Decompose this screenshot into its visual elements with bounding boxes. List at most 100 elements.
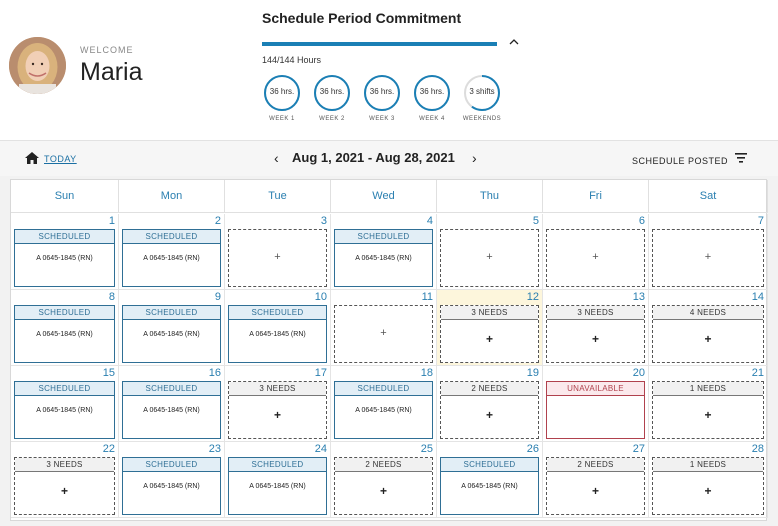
day-number: 4 bbox=[426, 215, 433, 227]
calendar-day-11[interactable]: 11 + bbox=[331, 290, 437, 366]
day-number: 5 bbox=[532, 215, 539, 227]
calendar-day-9[interactable]: 9 SCHEDULED A 0645-1845 (RN) bbox=[119, 290, 225, 366]
open-needs-card[interactable]: 2 NEEDS + bbox=[546, 457, 645, 515]
calendar-day-8[interactable]: 8 SCHEDULED A 0645-1845 (RN) bbox=[11, 290, 119, 366]
scheduled-shift-card[interactable]: SCHEDULED A 0645-1845 (RN) bbox=[122, 229, 221, 287]
empty-day-card[interactable]: + bbox=[228, 229, 327, 287]
open-needs-card[interactable]: 4 NEEDS + bbox=[652, 305, 764, 363]
calendar-day-16[interactable]: 16 SCHEDULED A 0645-1845 (RN) bbox=[119, 366, 225, 442]
filter-icon[interactable] bbox=[735, 153, 747, 163]
calendar-day-25[interactable]: 25 2 NEEDS + bbox=[331, 442, 437, 518]
add-shift-icon[interactable]: + bbox=[653, 484, 763, 498]
calendar-day-18[interactable]: 18 SCHEDULED A 0645-1845 (RN) bbox=[331, 366, 437, 442]
calendar-day-26[interactable]: 26 SCHEDULED A 0645-1845 (RN) bbox=[437, 442, 543, 518]
previous-period-button[interactable]: ‹ bbox=[274, 150, 279, 166]
calendar-day-13[interactable]: 13 3 NEEDS + bbox=[543, 290, 649, 366]
add-shift-icon[interactable]: + bbox=[335, 484, 432, 498]
scheduled-shift-card[interactable]: SCHEDULED A 0645-1845 (RN) bbox=[334, 229, 433, 287]
avatar bbox=[9, 37, 66, 94]
week-caption: WEEK 1 bbox=[269, 116, 295, 122]
home-icon[interactable] bbox=[25, 152, 39, 164]
week-commitment-4: 36 hrs. WEEK 4 bbox=[412, 74, 452, 122]
needs-count-label: 1 NEEDS bbox=[653, 382, 763, 396]
open-needs-card[interactable]: 3 NEEDS + bbox=[440, 305, 539, 363]
open-needs-card[interactable]: 3 NEEDS + bbox=[14, 457, 115, 515]
scheduled-shift-card[interactable]: SCHEDULED A 0645-1845 (RN) bbox=[440, 457, 539, 515]
add-shift-icon[interactable]: + bbox=[441, 332, 538, 346]
calendar-day-5[interactable]: 5 + bbox=[437, 214, 543, 290]
open-needs-card[interactable]: 3 NEEDS + bbox=[228, 381, 327, 439]
calendar-day-17[interactable]: 17 3 NEEDS + bbox=[225, 366, 331, 442]
add-shift-icon[interactable]: + bbox=[547, 332, 644, 346]
day-number: 20 bbox=[632, 367, 645, 379]
day-number: 22 bbox=[102, 443, 115, 455]
scheduled-shift-card[interactable]: SCHEDULED A 0645-1845 (RN) bbox=[14, 305, 115, 363]
calendar-day-14[interactable]: 14 4 NEEDS + bbox=[649, 290, 768, 366]
open-needs-card[interactable]: 2 NEEDS + bbox=[334, 457, 433, 515]
add-shift-icon[interactable]: + bbox=[547, 251, 644, 263]
add-shift-icon[interactable]: + bbox=[653, 251, 763, 263]
calendar-day-2[interactable]: 2 SCHEDULED A 0645-1845 (RN) bbox=[119, 214, 225, 290]
calendar-day-21[interactable]: 21 1 NEEDS + bbox=[649, 366, 768, 442]
empty-day-card[interactable]: + bbox=[652, 229, 764, 287]
add-shift-icon[interactable]: + bbox=[653, 332, 763, 346]
calendar-day-19[interactable]: 19 2 NEEDS + bbox=[437, 366, 543, 442]
add-shift-icon[interactable]: + bbox=[441, 408, 538, 422]
shift-status-label: SCHEDULED bbox=[123, 230, 220, 244]
needs-count-label: 3 NEEDS bbox=[229, 382, 326, 396]
calendar-day-24[interactable]: 24 SCHEDULED A 0645-1845 (RN) bbox=[225, 442, 331, 518]
day-number: 8 bbox=[108, 291, 115, 303]
calendar-day-10[interactable]: 10 SCHEDULED A 0645-1845 (RN) bbox=[225, 290, 331, 366]
add-shift-icon[interactable]: + bbox=[441, 251, 538, 263]
shift-status-label: SCHEDULED bbox=[15, 382, 114, 396]
calendar-day-12[interactable]: 12 3 NEEDS + bbox=[437, 290, 543, 366]
chevron-up-icon[interactable] bbox=[509, 34, 519, 48]
add-shift-icon[interactable]: + bbox=[547, 484, 644, 498]
scheduled-shift-card[interactable]: SCHEDULED A 0645-1845 (RN) bbox=[14, 229, 115, 287]
shift-status-label: SCHEDULED bbox=[229, 458, 326, 472]
next-period-button[interactable]: › bbox=[472, 150, 477, 166]
scheduled-shift-card[interactable]: SCHEDULED A 0645-1845 (RN) bbox=[122, 381, 221, 439]
calendar-day-28[interactable]: 28 1 NEEDS + bbox=[649, 442, 768, 518]
today-link[interactable]: TODAY bbox=[44, 154, 77, 164]
add-shift-icon[interactable]: + bbox=[229, 408, 326, 422]
add-shift-icon[interactable]: + bbox=[335, 327, 432, 339]
unavailable-card[interactable]: UNAVAILABLE bbox=[546, 381, 645, 439]
calendar-day-1[interactable]: 1 SCHEDULED A 0645-1845 (RN) bbox=[11, 214, 119, 290]
needs-count-label: 2 NEEDS bbox=[441, 382, 538, 396]
add-shift-icon[interactable]: + bbox=[653, 408, 763, 422]
shift-status-label: SCHEDULED bbox=[229, 306, 326, 320]
shift-status-label: SCHEDULED bbox=[123, 382, 220, 396]
week-caption: WEEK 2 bbox=[319, 116, 345, 122]
scheduled-shift-card[interactable]: SCHEDULED A 0645-1845 (RN) bbox=[228, 457, 327, 515]
calendar-day-3[interactable]: 3 + bbox=[225, 214, 331, 290]
calendar-day-22[interactable]: 22 3 NEEDS + bbox=[11, 442, 119, 518]
scheduled-shift-card[interactable]: SCHEDULED A 0645-1845 (RN) bbox=[122, 457, 221, 515]
open-needs-card[interactable]: 2 NEEDS + bbox=[440, 381, 539, 439]
add-shift-icon[interactable]: + bbox=[229, 251, 326, 263]
calendar-day-15[interactable]: 15 SCHEDULED A 0645-1845 (RN) bbox=[11, 366, 119, 442]
calendar-day-6[interactable]: 6 + bbox=[543, 214, 649, 290]
calendar-day-20[interactable]: 20 UNAVAILABLE bbox=[543, 366, 649, 442]
empty-day-card[interactable]: + bbox=[334, 305, 433, 363]
open-needs-card[interactable]: 1 NEEDS + bbox=[652, 457, 764, 515]
day-number: 11 bbox=[421, 291, 433, 303]
add-shift-icon[interactable]: + bbox=[15, 484, 114, 498]
calendar-grid: Sun Mon Tue Wed Thu Fri Sat 1 SCHEDULED A 0645-18… bbox=[10, 179, 768, 521]
shift-time: A 0645-1845 (RN) bbox=[36, 255, 93, 262]
empty-day-card[interactable]: + bbox=[546, 229, 645, 287]
scheduled-shift-card[interactable]: SCHEDULED A 0645-1845 (RN) bbox=[122, 305, 221, 363]
day-header-sat: Sat bbox=[649, 180, 768, 213]
scheduled-shift-card[interactable]: SCHEDULED A 0645-1845 (RN) bbox=[14, 381, 115, 439]
scheduled-shift-card[interactable]: SCHEDULED A 0645-1845 (RN) bbox=[334, 381, 433, 439]
calendar-day-27[interactable]: 27 2 NEEDS + bbox=[543, 442, 649, 518]
scheduled-shift-card[interactable]: SCHEDULED A 0645-1845 (RN) bbox=[228, 305, 327, 363]
open-needs-card[interactable]: 3 NEEDS + bbox=[546, 305, 645, 363]
shift-time: A 0645-1845 (RN) bbox=[36, 331, 93, 338]
calendar-day-23[interactable]: 23 SCHEDULED A 0645-1845 (RN) bbox=[119, 442, 225, 518]
calendar-day-7[interactable]: 7 + bbox=[649, 214, 768, 290]
empty-day-card[interactable]: + bbox=[440, 229, 539, 287]
calendar-day-4[interactable]: 4 SCHEDULED A 0645-1845 (RN) bbox=[331, 214, 437, 290]
open-needs-card[interactable]: 1 NEEDS + bbox=[652, 381, 764, 439]
day-header-thu: Thu bbox=[437, 180, 543, 213]
